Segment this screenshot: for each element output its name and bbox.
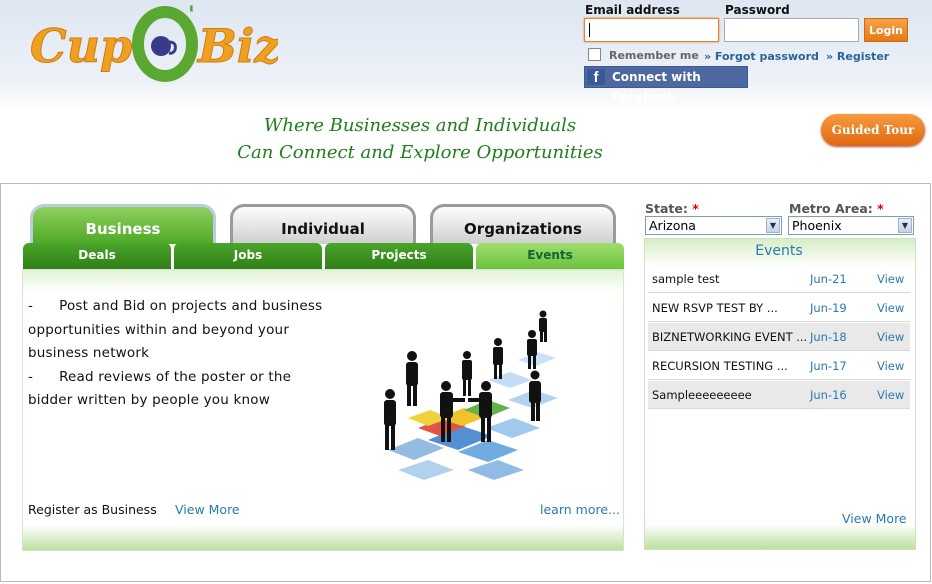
state-label: State: * <box>645 201 699 216</box>
metro-label-text: Metro Area: <box>789 201 873 216</box>
event-name[interactable]: NEW RSVP TEST BY ... <box>652 294 810 322</box>
tagline: Where Businesses and Individuals Can Con… <box>190 112 650 166</box>
cup-o-biz-logo[interactable]: Cup ' Biz <box>28 4 278 82</box>
event-view-link[interactable]: View <box>877 381 904 409</box>
register-link[interactable]: » Register <box>826 50 889 63</box>
email-label: Email address <box>585 3 680 17</box>
facebook-label: Connect with Facebook <box>612 70 701 104</box>
event-name[interactable]: sample test <box>652 265 810 293</box>
remember-label: Remember me <box>609 49 699 62</box>
bullet-1-line-2: opportunities within and beyond your <box>28 321 290 338</box>
remember-me[interactable]: Remember me <box>588 48 699 62</box>
event-row[interactable]: NEW RSVP TEST BY ... Jun-19 View <box>648 294 910 322</box>
bullet-1-line-1: Post and Bid on projects and business <box>59 298 323 314</box>
facebook-connect-button[interactable]: f Connect with Facebook <box>584 66 748 104</box>
password-label: Password <box>725 3 790 17</box>
learn-more-link[interactable]: learn more... <box>540 502 620 517</box>
forgot-password-link[interactable]: » Forgot password <box>704 50 819 63</box>
tab-organizations[interactable]: Organizations <box>430 204 616 244</box>
state-select-value: Arizona <box>649 218 696 233</box>
bullet-2-line-2: bidder written by people you know <box>28 392 270 408</box>
event-row[interactable]: BIZNETWORKING EVENT ... Jun-18 View <box>648 323 910 351</box>
subtab-jobs[interactable]: Jobs <box>174 243 322 269</box>
event-row[interactable]: sample test Jun-21 View <box>648 265 910 293</box>
events-title: Events <box>755 243 803 259</box>
register-as-business: Register as Business <box>28 502 157 517</box>
event-row[interactable]: RECURSION TESTING ... Jun-17 View <box>648 352 910 380</box>
event-date: Jun-16 <box>810 388 847 402</box>
event-name[interactable]: BIZNETWORKING EVENT ... <box>652 323 810 351</box>
bullet-dash: - <box>28 298 34 314</box>
event-date: Jun-21 <box>810 272 847 286</box>
required-mark: * <box>692 201 699 216</box>
tab-individual[interactable]: Individual <box>230 204 416 244</box>
view-more-business-link[interactable]: View More <box>175 502 240 517</box>
chevron-down-icon[interactable]: ▼ <box>898 218 912 233</box>
metro-label: Metro Area: * <box>789 201 884 216</box>
view-more-events-link[interactable]: View More <box>842 511 907 526</box>
tagline-line-2: Can Connect and Explore Opportunities <box>237 142 603 163</box>
email-input[interactable] <box>584 18 719 42</box>
tab-business[interactable]: Business <box>30 204 216 244</box>
guided-tour-button[interactable]: Guided Tour <box>821 114 925 146</box>
tagline-line-1: Where Businesses and Individuals <box>263 115 577 136</box>
metro-select-value: Phoenix <box>792 218 842 233</box>
state-select[interactable]: Arizona ▼ <box>645 216 782 235</box>
event-name[interactable]: RECURSION TESTING ... <box>652 352 810 380</box>
event-date: Jun-19 <box>810 301 847 315</box>
event-date: Jun-17 <box>810 359 847 373</box>
event-view-link[interactable]: View <box>877 294 904 322</box>
event-name[interactable]: Sampleeeeeeeee <box>652 381 810 409</box>
subtab-deals[interactable]: Deals <box>23 243 171 269</box>
password-input[interactable] <box>724 18 859 42</box>
svg-text:Biz: Biz <box>196 19 278 73</box>
facebook-icon: f <box>587 69 605 86</box>
event-view-link[interactable]: View <box>877 265 904 293</box>
event-row[interactable]: Sampleeeeeeeee Jun-16 View <box>648 381 910 409</box>
business-puzzle-illustration <box>384 310 558 480</box>
metro-select[interactable]: Phoenix ▼ <box>788 216 914 235</box>
state-label-text: State: <box>645 201 688 216</box>
remember-checkbox[interactable] <box>588 48 601 61</box>
bullet-dash: - <box>28 368 34 385</box>
event-view-link[interactable]: View <box>877 323 904 351</box>
svg-text:': ' <box>188 4 195 28</box>
required-mark: * <box>877 201 884 216</box>
event-view-link[interactable]: View <box>877 352 904 380</box>
text-caret <box>589 23 590 37</box>
bullet-2-line-1: Read reviews of the poster or the <box>59 368 292 385</box>
feature-list: - Post and Bid on projects and business o… <box>28 295 368 413</box>
chevron-down-icon[interactable]: ▼ <box>766 218 780 233</box>
subtab-events[interactable]: Events <box>476 243 624 269</box>
event-date: Jun-18 <box>810 330 847 344</box>
bullet-1-line-3: business network <box>28 345 150 361</box>
subtab-projects[interactable]: Projects <box>325 243 473 269</box>
login-button[interactable]: Login <box>864 18 908 42</box>
svg-text:Cup: Cup <box>30 19 132 73</box>
